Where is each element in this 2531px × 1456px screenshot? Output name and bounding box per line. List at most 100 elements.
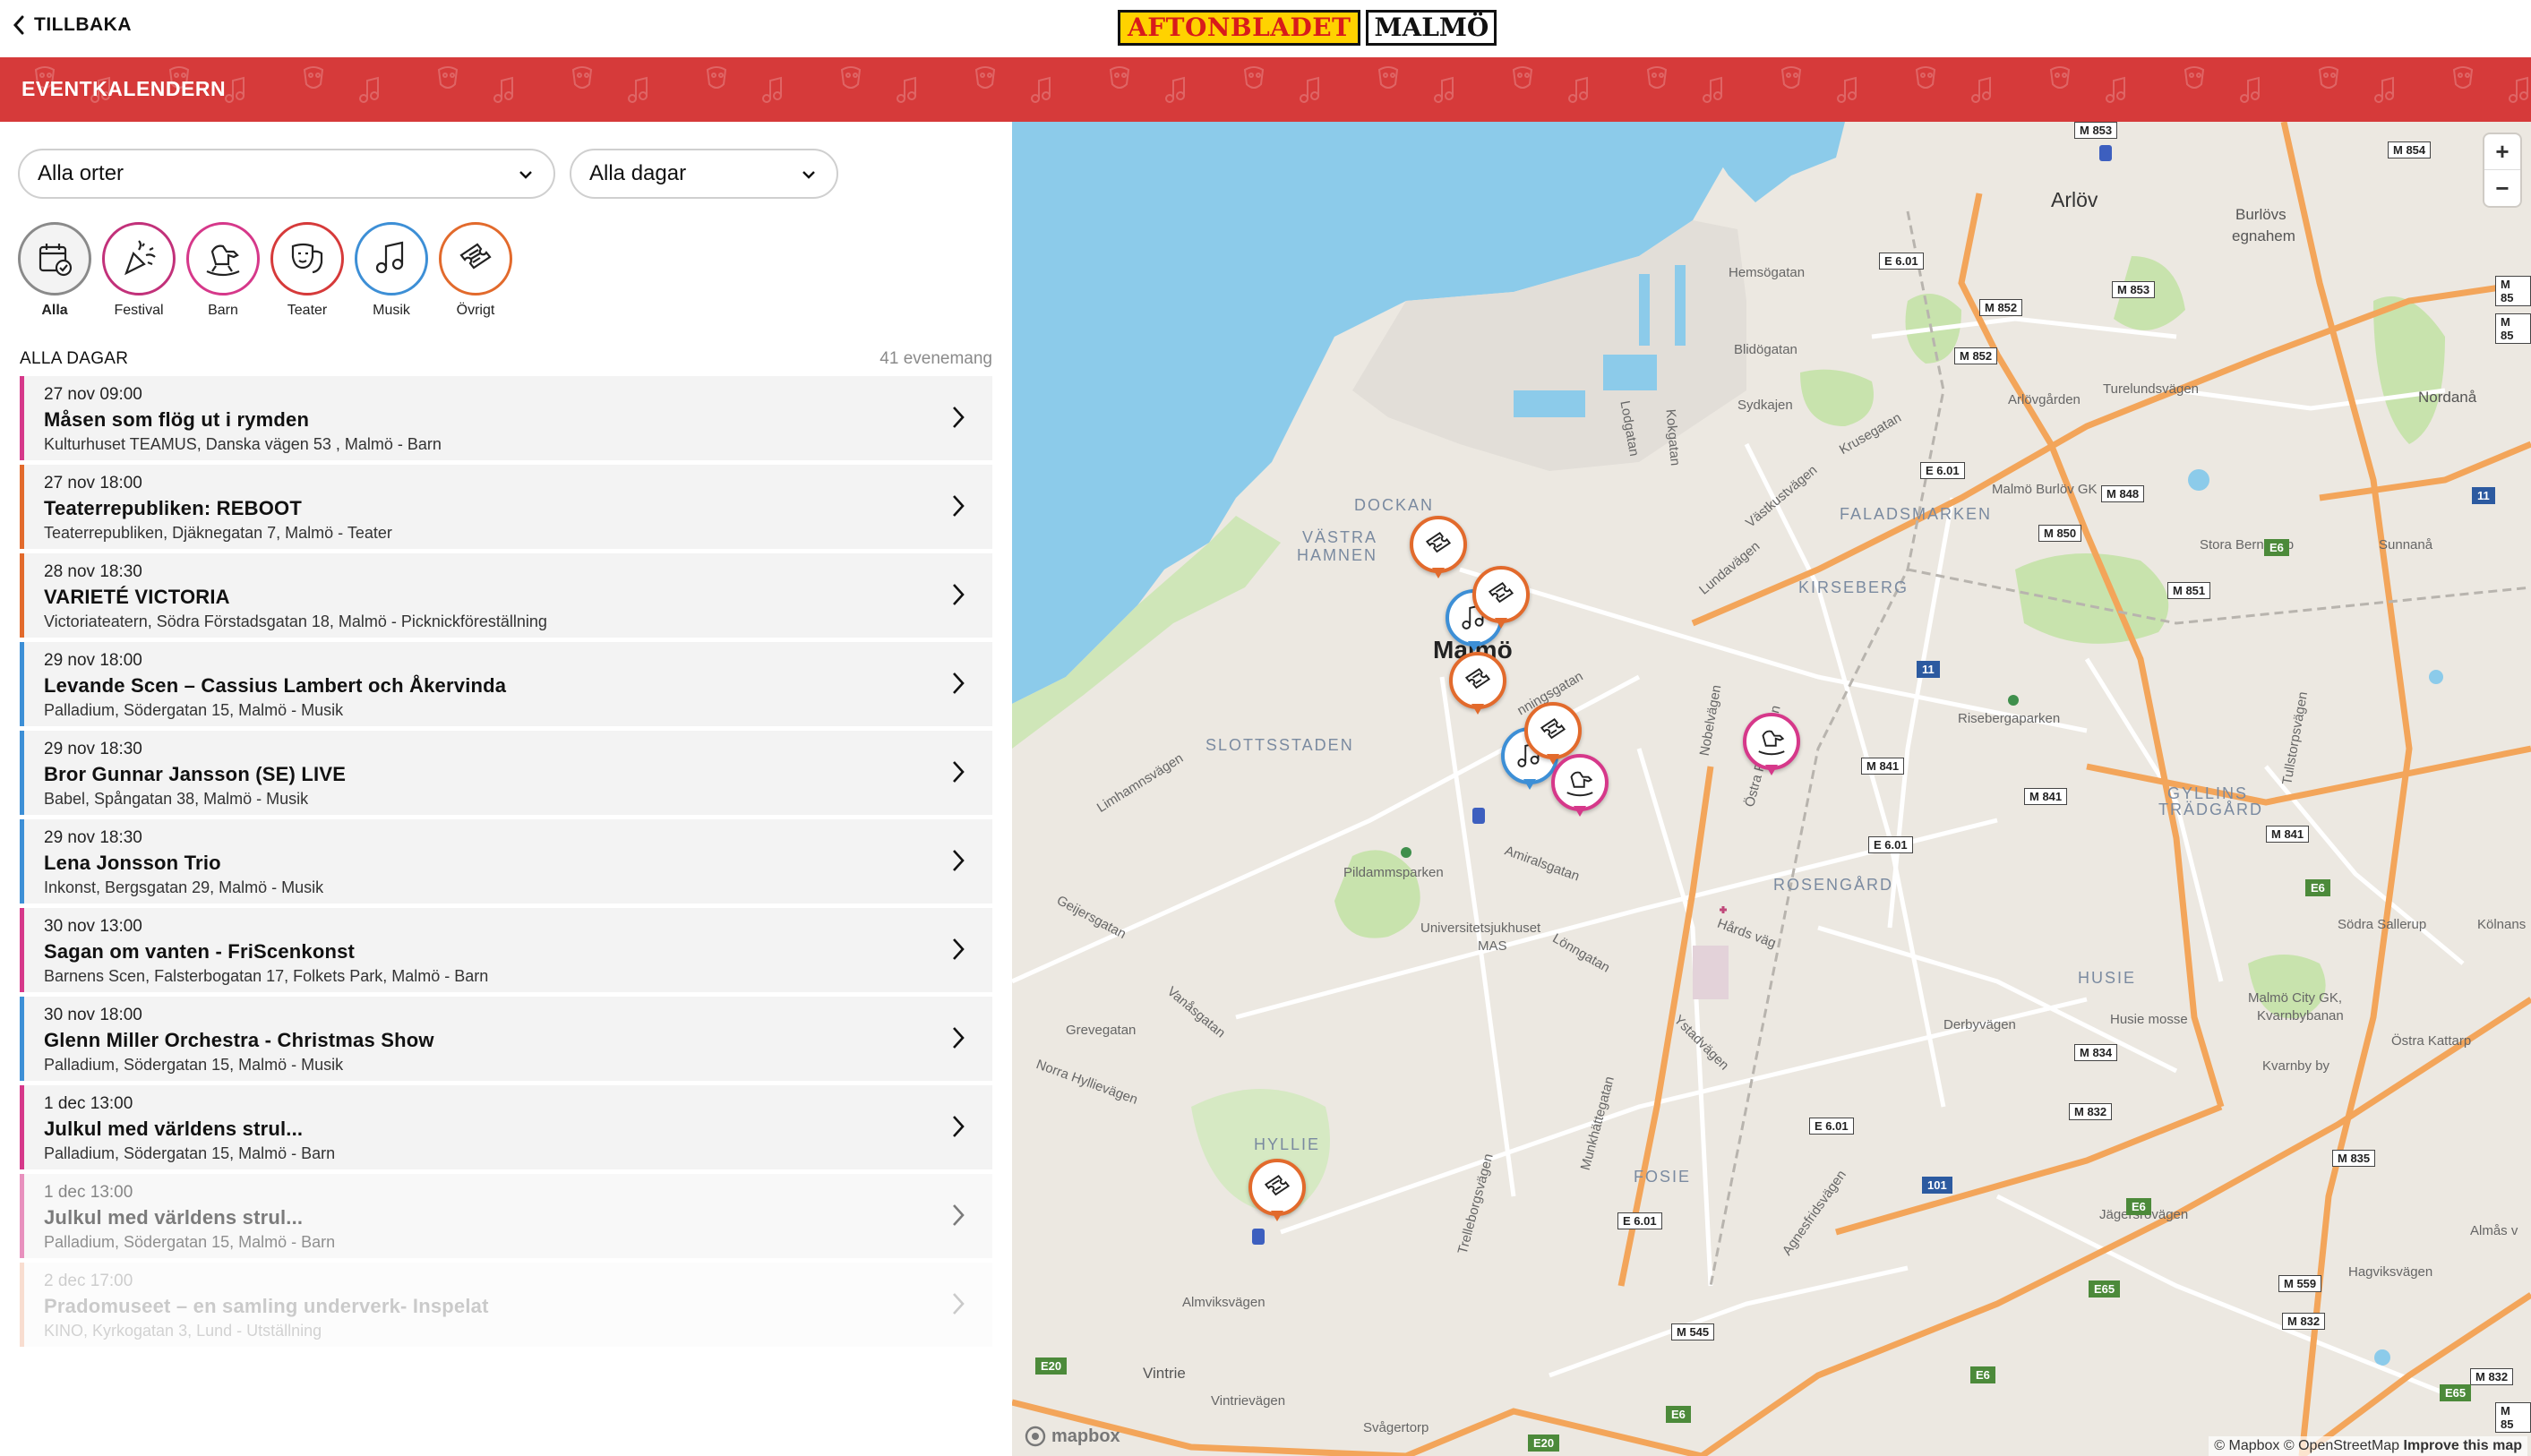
event-datetime: 2 dec 17:00 xyxy=(44,1272,133,1290)
map-label-rosengard: ROSENGÅRD xyxy=(1773,876,1894,894)
event-row[interactable]: 29 nov 18:30 Bror Gunnar Jansson (SE) LI… xyxy=(20,731,992,815)
road-shield: E6 xyxy=(1666,1406,1691,1423)
map-label-grevegatan: Grevegatan xyxy=(1066,1023,1137,1038)
map-label-hyllie: HYLLIE xyxy=(1254,1135,1321,1153)
event-datetime: 29 nov 18:30 xyxy=(44,740,142,758)
map-label-arlov: Arlöv xyxy=(2051,188,2098,211)
chevron-right-icon xyxy=(953,1116,965,1137)
list-header: ALLA DAGAR 41 evenemang xyxy=(20,349,992,369)
map-label-pildammsparken: Pildammsparken xyxy=(1343,865,1444,880)
category-musik[interactable]: Musik xyxy=(355,222,428,319)
location-select[interactable]: Alla orter xyxy=(18,149,555,199)
event-row[interactable]: 30 nov 18:00 Glenn Miller Orchestra - Ch… xyxy=(20,997,992,1081)
top-header: TILLBAKA AFTONBLADET MALMÖ xyxy=(0,0,2531,57)
road-shield: M 850 xyxy=(2038,525,2082,542)
chevron-right-icon xyxy=(953,672,965,694)
days-select[interactable]: Alla dagar xyxy=(570,149,838,199)
map-label-fosie: FOSIE xyxy=(1634,1168,1692,1186)
event-location: Inkonst, Bergsgatan 29, Malmö - Musik xyxy=(44,878,324,896)
road-shield: M 853 xyxy=(2074,122,2118,139)
map-label-kirseberg: KIRSEBERG xyxy=(1798,578,1909,596)
map-label-faladsmarken: FALADSMARKEN xyxy=(1840,505,1993,523)
map-label-hemsogatan: Hemsögatan xyxy=(1729,265,1806,280)
section-banner: EVENTKALENDERN xyxy=(0,57,2531,122)
event-datetime: 30 nov 13:00 xyxy=(44,917,142,936)
map-pin-ticket[interactable] xyxy=(1472,566,1530,632)
event-datetime: 27 nov 09:00 xyxy=(44,385,142,404)
map-label-risebergaparken: Risebergaparken xyxy=(1958,711,2061,726)
rocking-horse-icon xyxy=(1566,771,1593,797)
event-row[interactable]: 1 dec 13:00 Julkul med världens strul...… xyxy=(20,1085,992,1169)
event-datetime: 29 nov 18:30 xyxy=(44,828,142,847)
event-name: Lena Jonsson Trio xyxy=(44,852,221,874)
event-location: Palladium, Södergatan 15, Malmö - Musik xyxy=(44,1056,344,1074)
mapbox-logo[interactable]: mapbox xyxy=(1025,1426,1120,1447)
category-label: Festival xyxy=(114,303,164,318)
road-shield: 11 xyxy=(1917,661,1940,678)
category-circle xyxy=(355,222,428,295)
event-location: Palladium, Södergatan 15, Malmö - Barn xyxy=(44,1233,336,1251)
event-datetime: 29 nov 18:00 xyxy=(44,651,142,670)
category-circle xyxy=(270,222,344,295)
map-pin-ticket[interactable] xyxy=(1248,1159,1306,1225)
map-pin-barn[interactable] xyxy=(1743,713,1800,779)
map-label-almas: Almås v xyxy=(2470,1223,2518,1238)
event-list-panel: Alla orter Alla dagar Alla Festival Barn xyxy=(0,122,1012,1456)
event-row[interactable]: 30 nov 13:00 Sagan om vanten - FriScenko… xyxy=(20,908,992,992)
event-row[interactable]: 27 nov 09:00 Måsen som flög ut i rymden … xyxy=(20,376,992,460)
map-label-egnahem: egnahem xyxy=(2232,227,2295,244)
map-label-husiemosse: Husie mosse xyxy=(2110,1012,2188,1027)
chevron-right-icon xyxy=(953,584,965,605)
road-shield: M 841 xyxy=(2266,826,2310,843)
road-shield: 101 xyxy=(1922,1177,1952,1194)
list-heading: ALLA DAGAR xyxy=(20,349,129,368)
event-row[interactable]: 28 nov 18:30 VARIETÉ VICTORIA Victoriate… xyxy=(20,553,992,638)
event-row[interactable]: 2 dec 17:00 Pradomuseet – en samling und… xyxy=(20,1263,992,1347)
event-row[interactable]: 29 nov 18:00 Levande Scen – Cassius Lamb… xyxy=(20,642,992,726)
event-datetime: 27 nov 18:00 xyxy=(44,474,142,492)
event-location: Babel, Spångatan 38, Malmö - Musik xyxy=(44,790,309,808)
attribution-osm-link[interactable]: © OpenStreetMap xyxy=(2284,1438,2399,1453)
improve-map-link[interactable]: Improve this map xyxy=(2404,1438,2522,1453)
mapbox-icon xyxy=(1025,1426,1046,1447)
event-row[interactable]: 29 nov 18:30 Lena Jonsson Trio Inkonst, … xyxy=(20,819,992,904)
map-label-vastra: VÄSTRA xyxy=(1302,528,1378,546)
category-label: Övrigt xyxy=(456,303,495,318)
map-pin-ticket[interactable] xyxy=(1449,652,1506,718)
road-shield: M 85 xyxy=(2495,313,2531,344)
road-shield: M 841 xyxy=(1861,758,1905,775)
category-festival[interactable]: Festival xyxy=(102,222,176,319)
zoom-out-button[interactable]: − xyxy=(2484,170,2520,206)
event-location: Victoriateatern, Södra Förstadsgatan 18,… xyxy=(44,612,547,630)
event-map[interactable]: Arlöv Burlövs egnahem Nordanå Hemsögatan… xyxy=(1012,122,2531,1456)
category-ovrigt[interactable]: Övrigt xyxy=(439,222,512,319)
category-circle xyxy=(439,222,512,295)
category-teater[interactable]: Teater xyxy=(270,222,344,319)
event-location: KINO, Kyrkogatan 3, Lund - Utställning xyxy=(44,1322,322,1340)
zoom-in-button[interactable]: + xyxy=(2484,134,2520,170)
map-label-vintrievagen: Vintrievägen xyxy=(1211,1393,1286,1409)
category-barn[interactable]: Barn xyxy=(186,222,260,319)
ticket-icon xyxy=(1540,718,1566,740)
map-label-hagvik: Hagviksvägen xyxy=(2348,1264,2433,1280)
aftonbladet-malmo-logo[interactable]: AFTONBLADET MALMÖ xyxy=(1118,10,1497,46)
map-pin-barn[interactable] xyxy=(1551,754,1609,820)
event-row[interactable]: 1 dec 13:00 Julkul med världens strul...… xyxy=(20,1174,992,1258)
map-pin-ticket[interactable] xyxy=(1410,516,1467,582)
back-button[interactable]: TILLBAKA xyxy=(13,14,132,36)
event-name: Teaterrepubliken: REBOOT xyxy=(44,497,302,519)
category-alla[interactable]: Alla xyxy=(18,222,91,319)
road-shield: M 832 xyxy=(2069,1103,2113,1120)
event-location: Palladium, Södergatan 15, Malmö - Barn xyxy=(44,1144,336,1162)
event-row[interactable]: 27 nov 18:00 Teaterrepubliken: REBOOT Te… xyxy=(20,465,992,549)
attribution-mapbox-link[interactable]: © Mapbox xyxy=(2214,1438,2279,1453)
road-shield: E20 xyxy=(1528,1435,1560,1452)
event-location: Palladium, Södergatan 15, Malmö - Musik xyxy=(44,701,344,719)
event-name: Julkul med världens strul... xyxy=(44,1206,304,1229)
category-label: Teater xyxy=(287,303,328,318)
category-circle xyxy=(18,222,91,295)
road-shield: E6 xyxy=(2126,1198,2151,1215)
map-label-arlovgarden: Arlövgården xyxy=(2008,392,2081,407)
chevron-right-icon xyxy=(953,850,965,871)
logo-city: MALMÖ xyxy=(1366,10,1497,46)
